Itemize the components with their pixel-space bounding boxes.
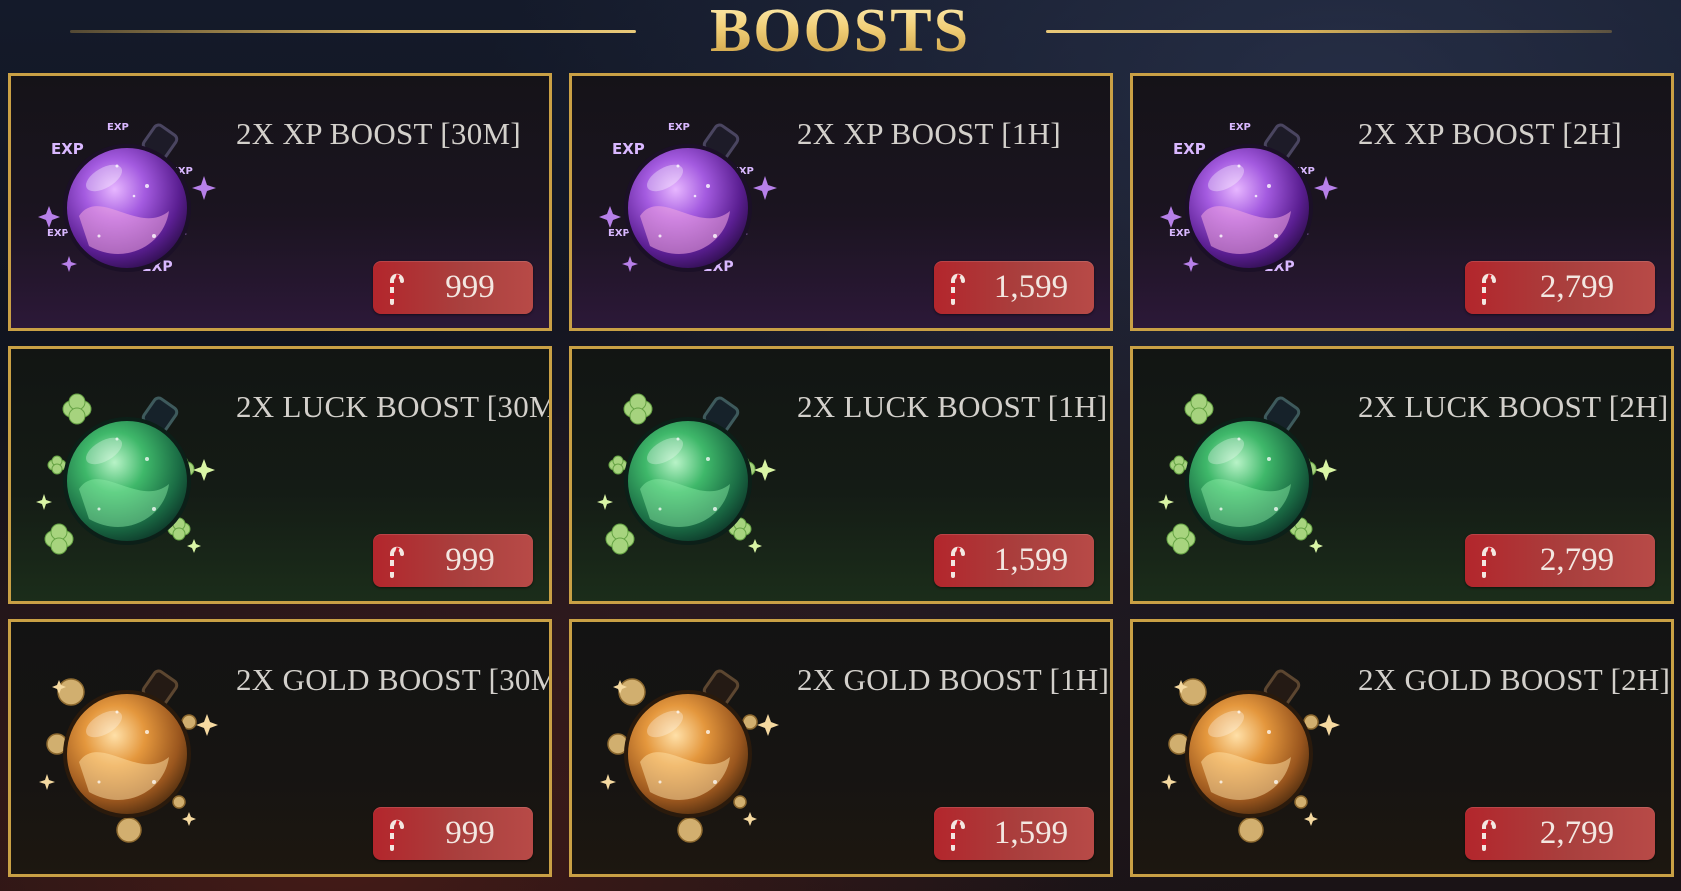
luck-potion-icon <box>1151 389 1351 579</box>
buy-button[interactable]: 2,799 <box>1465 807 1655 860</box>
boost-title: 2X GOLD BOOST [30M] <box>236 662 552 697</box>
price-label: 999 <box>445 815 495 851</box>
candy-cane-icon <box>1482 273 1496 305</box>
boost-title: 2X GOLD BOOST [1H] <box>797 662 1110 697</box>
boost-card-xp-2h[interactable]: EXP EXP EXP EXP EXP 2X XP BOOST [2H] 2,7… <box>1130 73 1674 331</box>
buy-button[interactable]: 999 <box>373 261 533 314</box>
xp-potion-icon: EXP EXP EXP EXP EXP <box>590 116 790 306</box>
buy-button[interactable]: 2,799 <box>1465 534 1655 587</box>
boost-title: 2X LUCK BOOST [30M] <box>236 389 552 424</box>
svg-text:EXP: EXP <box>612 140 645 158</box>
svg-text:EXP: EXP <box>1173 140 1206 158</box>
buy-button[interactable]: 999 <box>373 534 533 587</box>
candy-cane-icon <box>390 546 404 578</box>
buy-button[interactable]: 1,599 <box>934 807 1094 860</box>
header-divider-left <box>70 30 636 33</box>
svg-text:EXP: EXP <box>608 228 630 239</box>
svg-text:EXP: EXP <box>1229 122 1251 133</box>
price-label: 2,799 <box>1539 815 1615 851</box>
boost-title: 2X LUCK BOOST [2H] <box>1358 389 1669 424</box>
header: BOOSTS <box>0 0 1681 66</box>
svg-text:EXP: EXP <box>107 122 129 133</box>
xp-potion-icon: EXP EXP EXP EXP EXP <box>29 116 229 306</box>
price-label: 1,599 <box>993 542 1069 578</box>
gold-potion-icon <box>590 662 790 852</box>
boost-card-gold-1h[interactable]: 2X GOLD BOOST [1H] 1,599 <box>569 619 1113 877</box>
price-label: 1,599 <box>993 815 1069 851</box>
boost-card-xp-30m[interactable]: EXP EXP EXP EXP EXP 2X XP BOOST [30M] 99… <box>8 73 552 331</box>
price-label: 999 <box>445 542 495 578</box>
price-label: 1,599 <box>993 269 1069 305</box>
price-label: 999 <box>445 269 495 305</box>
candy-cane-icon <box>1482 546 1496 578</box>
boost-title: 2X XP BOOST [30M] <box>236 116 521 151</box>
luck-potion-icon <box>590 389 790 579</box>
boost-card-luck-30m[interactable]: 2X LUCK BOOST [30M] 999 <box>8 346 552 604</box>
svg-text:EXP: EXP <box>51 140 84 158</box>
page-title: BOOSTS <box>640 0 1040 64</box>
boost-title: 2X GOLD BOOST [2H] <box>1358 662 1671 697</box>
gold-potion-icon <box>29 662 229 852</box>
boost-card-luck-2h[interactable]: 2X LUCK BOOST [2H] 2,799 <box>1130 346 1674 604</box>
price-label: 2,799 <box>1539 269 1615 305</box>
luck-potion-icon <box>29 389 229 579</box>
price-label: 2,799 <box>1539 542 1615 578</box>
candy-cane-icon <box>951 273 965 305</box>
candy-cane-icon <box>390 819 404 851</box>
buy-button[interactable]: 999 <box>373 807 533 860</box>
boost-card-xp-1h[interactable]: EXP EXP EXP EXP EXP 2X XP BOOST [1H] 1,5… <box>569 73 1113 331</box>
candy-cane-icon <box>951 819 965 851</box>
boost-card-gold-2h[interactable]: 2X GOLD BOOST [2H] 2,799 <box>1130 619 1674 877</box>
boost-card-gold-30m[interactable]: 2X GOLD BOOST [30M] 999 <box>8 619 552 877</box>
gold-potion-icon <box>1151 662 1351 852</box>
buy-button[interactable]: 1,599 <box>934 534 1094 587</box>
svg-text:EXP: EXP <box>1169 228 1191 239</box>
svg-text:EXP: EXP <box>47 228 69 239</box>
candy-cane-icon <box>1482 819 1496 851</box>
buy-button[interactable]: 2,799 <box>1465 261 1655 314</box>
candy-cane-icon <box>390 273 404 305</box>
buy-button[interactable]: 1,599 <box>934 261 1094 314</box>
boost-title: 2X XP BOOST [1H] <box>797 116 1062 151</box>
boost-title: 2X LUCK BOOST [1H] <box>797 389 1108 424</box>
boost-card-luck-1h[interactable]: 2X LUCK BOOST [1H] 1,599 <box>569 346 1113 604</box>
candy-cane-icon <box>951 546 965 578</box>
svg-text:EXP: EXP <box>668 122 690 133</box>
xp-potion-icon: EXP EXP EXP EXP EXP <box>1151 116 1351 306</box>
header-divider-right <box>1046 30 1612 33</box>
boost-grid: EXP EXP EXP EXP EXP 2X XP BOOST [30M] 99… <box>8 73 1675 883</box>
boost-title: 2X XP BOOST [2H] <box>1358 116 1623 151</box>
